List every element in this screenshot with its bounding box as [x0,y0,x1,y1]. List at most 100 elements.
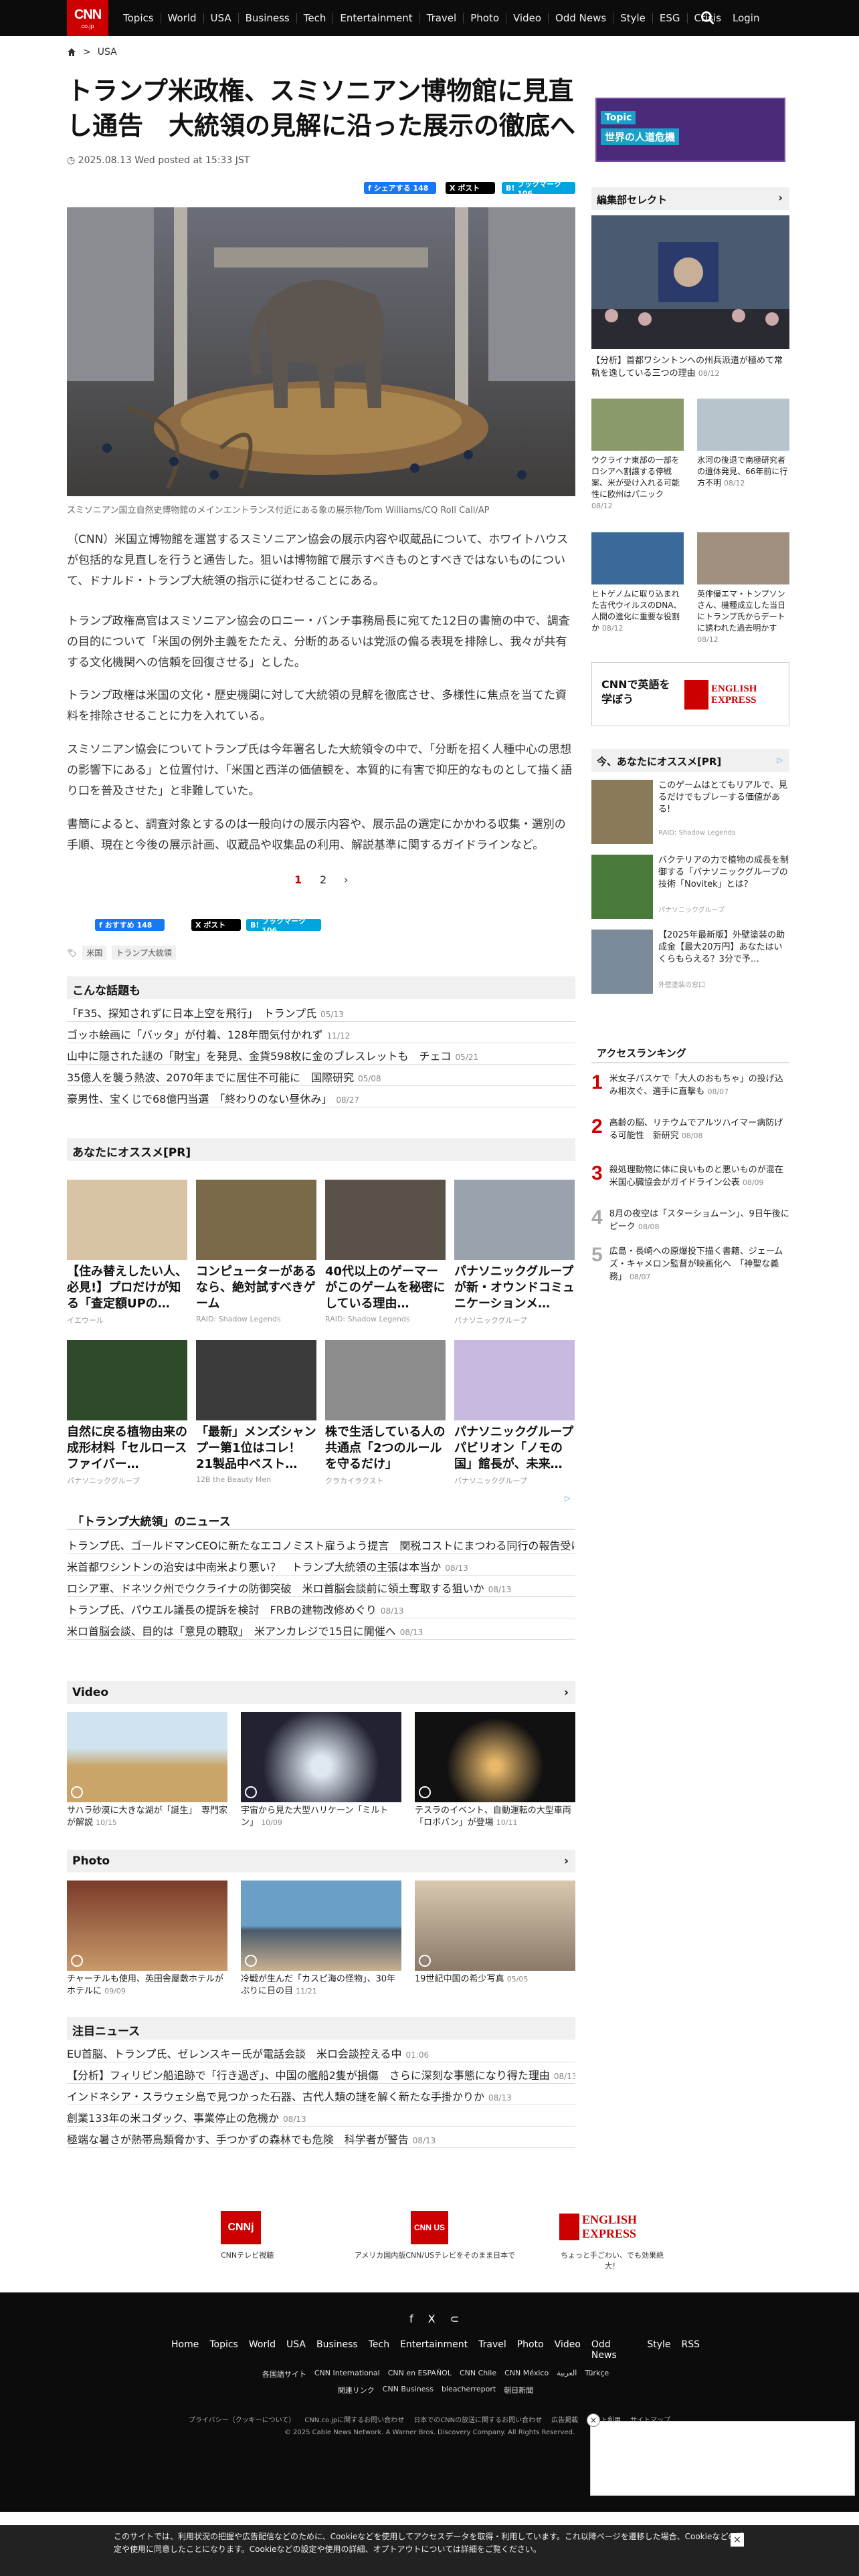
rss-icon[interactable]: ⊂ [450,2313,459,2325]
photo-card[interactable]: チャーチルも使用、英田舎屋敷ホテルがホテルに 09/09 [67,1881,227,1998]
chevron-right-icon[interactable]: › [564,1854,569,1868]
x-post-button[interactable]: X ポスト [446,182,495,194]
nav-item-3[interactable]: Business [239,13,297,23]
ranking-item[interactable]: 1 米女子バスケで「大人のおもちゃ」の投げ込み相次ぐ、選手に直撃も 08/07 [591,1073,789,1098]
footer-link[interactable]: RSS [681,2339,700,2361]
video-card[interactable]: 宇宙から見た大型ハリケーン「ミルトン」 10/09 [241,1712,401,1829]
pr-card[interactable]: 40代以上のゲーマーがこのゲームを秘密にしている理由… RAID: Shadow … [325,1180,446,1323]
page-2[interactable]: 2 [320,873,326,886]
footer-link[interactable]: 広告掲載 [551,2414,578,2424]
next-page-chevron-icon[interactable]: › [344,873,348,886]
footer-link[interactable]: USA [286,2339,306,2361]
cnnj-logo[interactable]: CNNj [221,2211,261,2244]
list-item[interactable]: ゴッホ絵画に「バッタ」が付着、128年間気付かれず 11/12 [67,1022,575,1043]
home-icon[interactable] [67,47,76,57]
chevron-right-icon[interactable]: › [778,191,783,204]
footer-link[interactable]: Tech [369,2339,389,2361]
list-item[interactable]: EU首脳、トランプ氏、ゼレンスキー氏が電話会談 米ロ会談控える中 01:06 [67,2041,575,2062]
breadcrumb-section[interactable]: USA [98,47,117,58]
nav-item-6[interactable]: Travel [420,13,464,23]
footer-link[interactable]: プライバシー（クッキーについて） [189,2414,296,2424]
footer-link[interactable]: Video [555,2339,581,2361]
footer-link[interactable]: CNN en ESPAÑOL [388,2369,452,2379]
ranking-item[interactable]: 3 殺処理動物に体に良いものと悪いものが混在 米国心臓協会がガイドライン公表 08… [591,1164,792,1189]
footer-link[interactable]: Business [316,2339,358,2361]
nav-item-1[interactable]: World [161,13,204,23]
nav-item-2[interactable]: USA [204,13,239,23]
list-item[interactable]: トランプ氏、ゴールドマンCEOに新たなエコノミスト雇うよう提言 関税コストにまつ… [67,1533,575,1554]
nav-item-9[interactable]: Odd News [549,13,614,23]
footer-link[interactable]: Travel [478,2339,506,2361]
page-1[interactable]: 1 [294,873,302,886]
editor-main-headline[interactable]: 【分析】首都ワシントンへの州兵派遣が極めて常軌を逸している三つの理由 08/12 [591,354,789,380]
footer-link[interactable]: Entertainment [400,2339,468,2361]
list-item[interactable]: 極端な暑さが熱帯鳥類脅かす、手つかずの森林でも危険 科学者が警告 08/13 [67,2127,575,2148]
footer-link[interactable]: 朝日新聞 [504,2385,533,2395]
ranking-item[interactable]: 2 高齢の脳、リチウムでアルツハイマー病防げる可能性 新研究 08/08 [591,1117,789,1142]
login-link[interactable]: Login [733,12,759,24]
list-item[interactable]: 創業133年の米コダック、事業停止の危機か 08/13 [67,2105,575,2127]
search-icon[interactable] [699,9,717,27]
photo-card[interactable]: 19世紀中国の希少写真 05/05 [415,1881,575,1985]
nav-item-7[interactable]: Photo [464,13,506,23]
hatena-bookmark-button-bottom[interactable]: B! ブックマーク 106 [246,917,321,935]
list-item[interactable]: トランプ氏、パウエル議長の提訴を検討 FRBの建物改修めぐり 08/13 [67,1597,575,1618]
x-post-button-bottom[interactable]: X ポスト [191,919,241,931]
cnn-logo[interactable]: CNN co.jp [67,0,108,36]
facebook-share-button[interactable]: f シェアする 148 [364,182,436,194]
list-item[interactable]: 米ロ首脳会談、目的は「意見の聴取」 米アンカレジで15日に開催へ 08/13 [67,1618,575,1640]
pr-card[interactable]: 「最新」メンズシャンプー第1位はコレ！21製品中ベスト… 12B the Beau… [196,1340,316,1484]
nav-item-5[interactable]: Entertainment [333,13,420,23]
pr-card[interactable]: 株で生活している人の共通点「2つのルールを守るだけ」 クラカイラクスト [325,1340,446,1486]
list-item[interactable]: 【分析】フィリピン船追跡で「行き過ぎ」、中国の艦船2隻が損傷 さらに深刻な事態に… [67,2062,575,2084]
hatena-bookmark-button[interactable]: B! ブックマーク 106 [502,180,575,198]
footer-link[interactable]: World [249,2339,276,2361]
pr-card[interactable]: パナソニックグループが新・オウンドコミュニケーションメ… パナソニックグループ [454,1180,575,1325]
footer-link[interactable]: Style [647,2339,670,2361]
ranking-item[interactable]: 4 8月の夜空は「スターショムーン」、9日午後にピーク 08/08 [591,1208,789,1233]
editor-card[interactable]: 英俳優エマ・トンプソンさん、機種成立した当日にトランプ氏からデートに誘われた過去… [697,532,789,645]
footer-link[interactable]: Photo [517,2339,544,2361]
footer-link[interactable]: CNN Business [383,2385,434,2395]
nav-item-8[interactable]: Video [506,13,549,23]
topic-banner[interactable]: Topic 世界の人道危機 [595,98,785,162]
english-express-ad[interactable]: CNNで英語を学ぼう ENGLISH EXPRESS [591,662,789,726]
cookie-close-icon[interactable]: × [731,2533,744,2547]
tag-trump[interactable]: トランプ大統領 [112,946,176,960]
footer-link[interactable]: 関連リンク [338,2385,375,2395]
close-icon[interactable]: × [587,2413,600,2427]
side-pr-card[interactable]: このゲームはとてもリアルで、見るだけでもプレーする価値がある! RAID: Sha… [591,780,789,847]
footer-link[interactable]: CNN Chile [460,2369,496,2379]
side-pr-card[interactable]: バクテリアの力で植物の成長を制御する「パナソニックグループの技術「Novitek… [591,855,789,922]
editor-card[interactable]: ヒトゲノムに取り込まれた古代ウイルスのDNA、人間の進化に重要な役割か 08/1… [591,532,684,634]
nav-item-0[interactable]: Topics [116,13,161,23]
floating-ad[interactable]: × [587,2413,855,2496]
photo-card[interactable]: 冷戦が生んだ「カスピ海の怪物」、30年ぶりに日の目 11/21 [241,1881,401,1998]
list-item[interactable]: 35億人を襲う熱波、2070年までに居住不可能に 国際研究 05/08 [67,1065,575,1086]
video-card[interactable]: サハラ砂漠に大きな湖が「誕生」 専門家が解説 10/15 [67,1712,227,1829]
editor-card[interactable]: 氷河の後退で南極研究者の遺体発見、66年前に行方不明 08/12 [697,399,789,489]
adchoices-icon[interactable]: ▷ [777,756,783,764]
adchoices-icon[interactable]: ▷ [565,1494,570,1503]
english-express-logo[interactable]: ENGLISH EXPRESS [559,2213,660,2240]
footer-link[interactable]: 各国語サイト [262,2369,306,2379]
pr-card[interactable]: コンピューターがあるなら、絶対試すべきゲーム RAID: Shadow Legen… [196,1180,316,1323]
video-card[interactable]: テスラのイベント、自動運転の大型車両「ロボバン」が登場 10/11 [415,1712,575,1829]
side-pr-card[interactable]: 【2025年最新版】外壁塗装の助成金【最大20万円】あなたはいくらもらえる？3分… [591,930,789,996]
list-item[interactable]: 豪男性、宝くじで68億円当選 「終わりのない昼休み」 08/27 [67,1086,575,1107]
footer-link[interactable]: CNN International [314,2369,380,2379]
facebook-recommend-button[interactable]: f おすすめ 148 [95,919,165,931]
list-item[interactable]: ロシア軍、ドネツク州でウクライナの防御突破 米ロ首脳会談前に領土奪取する狙いか 0… [67,1576,575,1597]
facebook-icon[interactable]: f [409,2313,413,2325]
pr-card[interactable]: パナソニックグループパビリオン「ノモの国」館長が、未来… パナソニックグループ [454,1340,575,1486]
footer-link[interactable]: العربية [557,2369,577,2379]
tag-usa[interactable]: 米国 [82,946,107,960]
chevron-right-icon[interactable]: › [564,1686,569,1699]
ranking-item[interactable]: 5 広島・長崎への原爆投下描く書籍、ジェームズ・キャメロン監督が映画化へ 「神聖な… [591,1245,789,1283]
nav-item-10[interactable]: Style [613,13,653,23]
footer-link[interactable]: Türkçe [585,2369,609,2379]
list-item[interactable]: インドネシア・スラウェシ島で見つかった石器、古代人類の謎を解く新たな手掛かりか 0… [67,2084,575,2105]
x-icon[interactable]: X [428,2313,436,2325]
pr-card[interactable]: 【住み替えしたい人、必見!】プロだけが知る「査定額UPの… イエウール [67,1180,187,1325]
footer-link[interactable]: 日本でのCNNの放送に関するお問い合わせ [413,2414,542,2424]
